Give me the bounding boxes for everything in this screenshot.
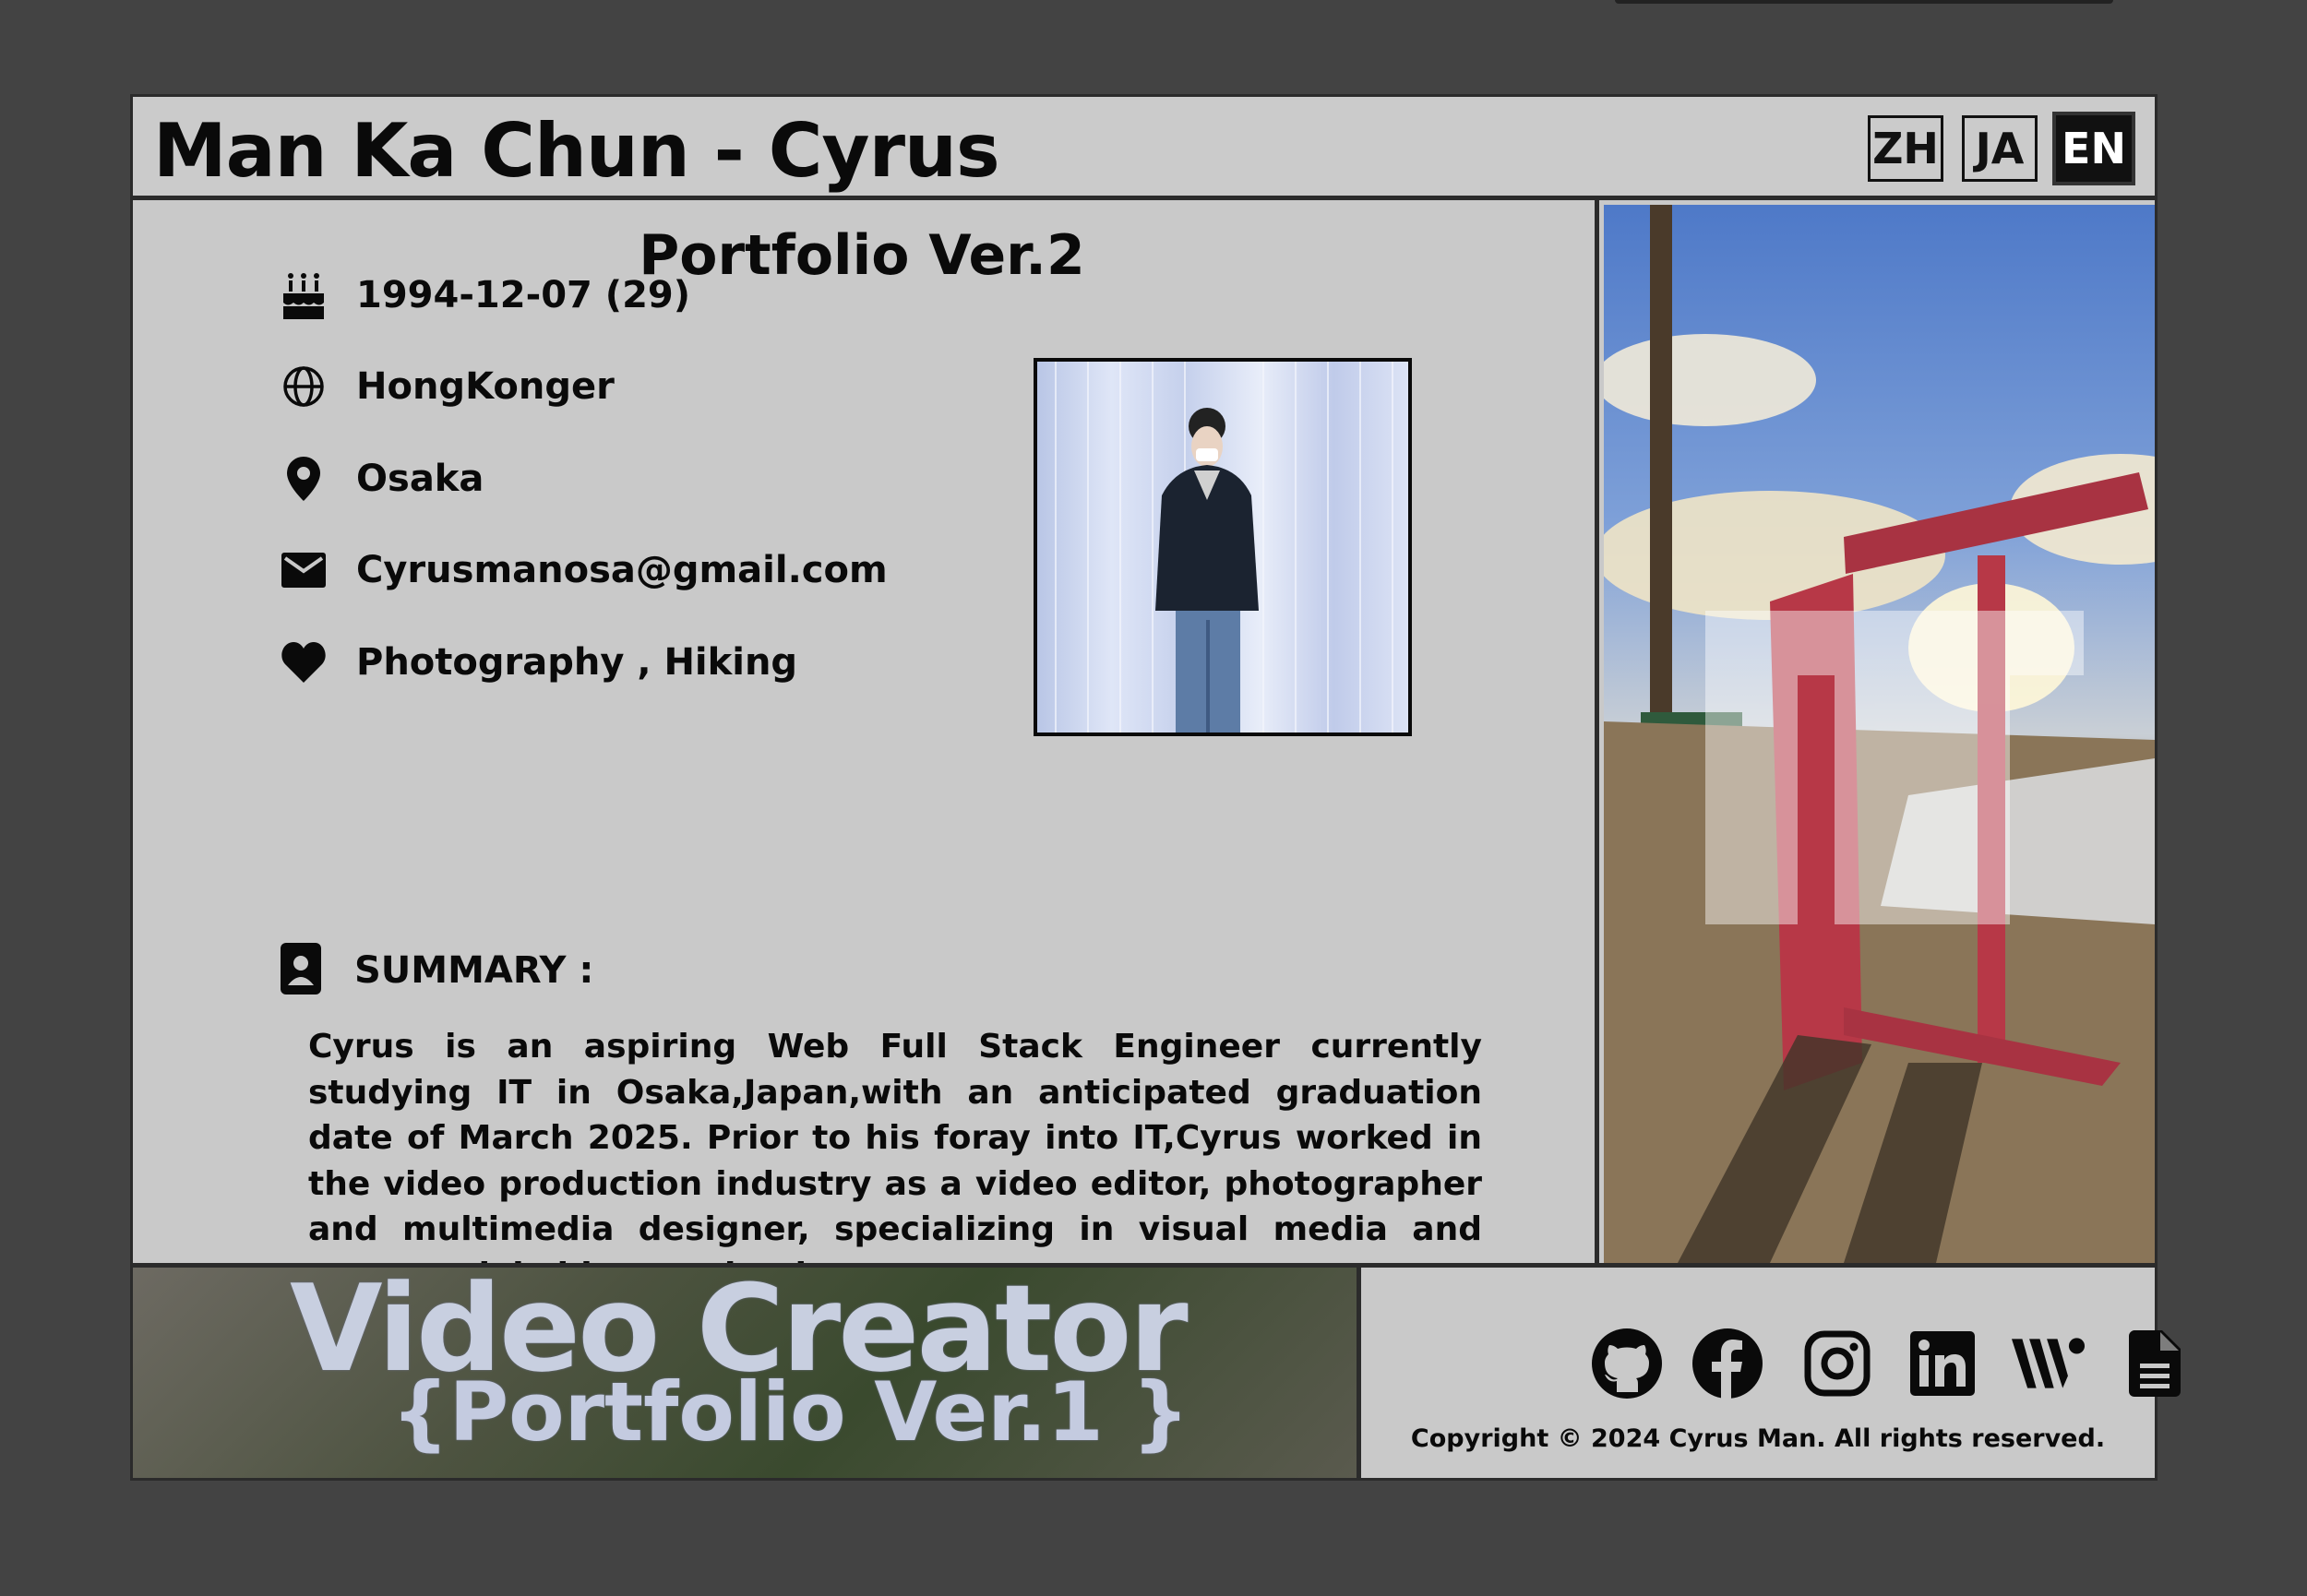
document-icon[interactable] [2118,1327,2192,1400]
github-icon[interactable] [1590,1327,1664,1400]
video-creator-banner[interactable]: Video Creator {Portfolio Ver.1 } [133,1268,1361,1478]
birthday-text: 1994-12-07 (29) [356,274,691,316]
mail-icon [281,547,327,593]
copyright-text: Copyright © 2024 Cyrus Man. All rights r… [1410,1424,2106,1453]
nationality-text: HongKonger [356,365,615,408]
profile-panel: Portfolio Ver.2 1994-12-07 (29) HongKong… [133,200,1599,1294]
lang-button-ja[interactable]: JA [1962,115,2038,182]
lang-button-en[interactable]: EN [2052,112,2135,185]
banner-subtitle: {Portfolio Ver.1 } [391,1364,1190,1459]
info-location: Osaka [281,451,484,506]
globe-icon [281,363,327,410]
instagram-icon[interactable] [1800,1327,1874,1400]
info-email: Cyrusmanosa@gmail.com [281,542,888,598]
heart-icon [281,639,327,685]
info-birthday: 1994-12-07 (29) [281,268,690,323]
lang-button-zh[interactable]: ZH [1868,115,1943,182]
top-tab-edge [1615,0,2113,4]
location-text: Osaka [356,458,484,500]
hobbies-text: Photography , Hiking [356,641,798,684]
wantedly-icon[interactable] [2012,1327,2086,1400]
profile-card-icon [281,943,321,998]
birthday-cake-icon [281,272,327,319]
social-links: Copyright © 2024 Cyrus Man. All rights r… [1361,1268,2181,1478]
summary-text: Cyrus is an aspiring Web Full Stack Engi… [308,1028,1482,1294]
profile-photo [1034,358,1412,736]
info-nationality: HongKonger [281,359,615,414]
summary-heading: SUMMARY : [281,943,593,998]
side-photo [1604,205,2155,1263]
summary-label: SUMMARY : [354,949,594,992]
header: Man Ka Chun - Cyrus ZH JA EN [133,97,2155,200]
email-link[interactable]: Cyrusmanosa@gmail.com [356,549,888,591]
location-pin-icon [281,456,327,502]
page-title: Man Ka Chun - Cyrus [153,108,1000,194]
info-hobbies: Photography , Hiking [281,635,797,690]
facebook-icon[interactable] [1691,1327,1764,1400]
portfolio-card: Man Ka Chun - Cyrus ZH JA EN Portfolio V… [130,94,2181,1481]
footer: Video Creator {Portfolio Ver.1 } Copyrig… [133,1263,2181,1478]
linkedin-icon[interactable] [1906,1327,1979,1400]
